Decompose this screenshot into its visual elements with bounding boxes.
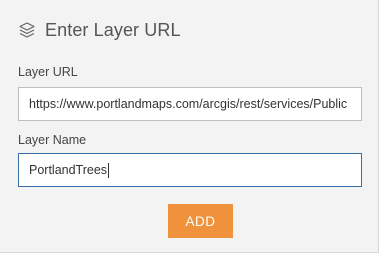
text-caret — [108, 163, 110, 179]
layer-url-label: Layer URL — [18, 65, 78, 79]
layer-name-label: Layer Name — [18, 133, 87, 147]
layer-url-input[interactable]: https://www.portlandmaps.com/arcgis/rest… — [18, 87, 362, 121]
layer-name-input[interactable]: PortlandTrees — [18, 153, 362, 187]
layer-name-value: PortlandTrees — [29, 163, 108, 177]
enter-layer-url-panel: Enter Layer URL Layer URL https://www.po… — [0, 0, 379, 253]
layer-url-value: https://www.portlandmaps.com/arcgis/rest… — [29, 97, 348, 111]
add-button[interactable]: ADD — [168, 204, 233, 238]
dialog-header: Enter Layer URL — [18, 18, 181, 42]
dialog-title: Enter Layer URL — [45, 19, 181, 40]
layers-icon — [18, 21, 36, 39]
